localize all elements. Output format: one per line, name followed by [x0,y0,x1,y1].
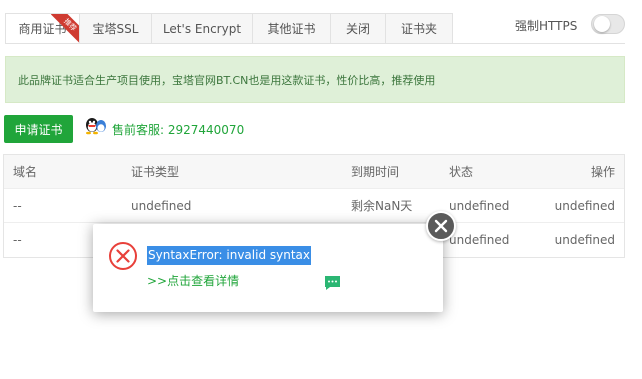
presales-support[interactable]: 售前客服: 2927440070 [112,121,244,138]
col-expire: 到期时间 [351,165,400,179]
tab-commercial-cert[interactable]: 商用证书 推荐 [5,13,80,44]
error-icon [109,242,137,270]
error-text: SyntaxError: invalid syntax [148,248,310,262]
tab-lets-encrypt[interactable]: Let's Encrypt [152,13,253,44]
cell-operation[interactable]: undefined [555,189,615,222]
qq-icon[interactable] [83,116,107,136]
cell-domain: -- [13,198,22,213]
col-operation: 操作 [590,165,615,179]
force-https-toggle[interactable] [591,14,625,34]
view-details-link[interactable]: >>点击查看详情 [147,272,239,289]
tab-other-cert[interactable]: 其他证书 [253,13,331,44]
apply-cert-button[interactable]: 申请证书 [4,115,73,143]
cell-status: undefined [449,233,510,247]
force-https-label: 强制HTTPS [515,19,578,33]
chat-icon[interactable] [324,275,341,291]
table-row: -- undefined 剩余NaN天 undefined undefined [4,189,624,223]
cert-tabs: 商用证书 推荐 宝塔SSL Let's Encrypt 其他证书 关闭 证书夹 [5,13,453,44]
tab-label: Let's Encrypt [162,21,242,36]
info-notice: 此品牌证书适合生产项目使用，宝塔官网BT.CN也是用这款证书，性价比高，推荐使用 [5,56,625,103]
cell-operation[interactable]: undefined [555,223,615,257]
tab-close[interactable]: 关闭 [331,13,386,44]
tab-label: 宝塔SSL [92,22,139,36]
cell-status: undefined [449,198,510,213]
table-header: 域名 证书类型 到期时间 状态 操作 [4,155,624,189]
col-status: 状态 [449,165,474,179]
cell-expire: 剩余NaN天 [351,199,413,213]
tab-label: 其他证书 [267,22,316,36]
tab-baota-ssl[interactable]: 宝塔SSL [80,13,152,44]
tab-label: 关闭 [345,22,370,36]
col-cert-type: 证书类型 [131,165,180,179]
tab-divider [5,43,625,44]
error-dialog: SyntaxError: invalid syntax >>点击查看详情 [93,224,443,312]
tab-label: 证书夹 [400,22,437,36]
cell-cert-type: undefined [131,198,192,213]
cell-domain: -- [13,233,22,247]
error-message: SyntaxError: invalid syntax [147,246,311,265]
col-domain: 域名 [13,165,38,179]
close-dialog-button[interactable] [426,211,456,241]
close-icon [434,219,448,233]
toggle-knob [594,16,610,32]
tab-cert-folder[interactable]: 证书夹 [386,13,453,44]
notice-text: 此品牌证书适合生产项目使用，宝塔官网BT.CN也是用这款证书，性价比高，推荐使用 [18,73,436,87]
